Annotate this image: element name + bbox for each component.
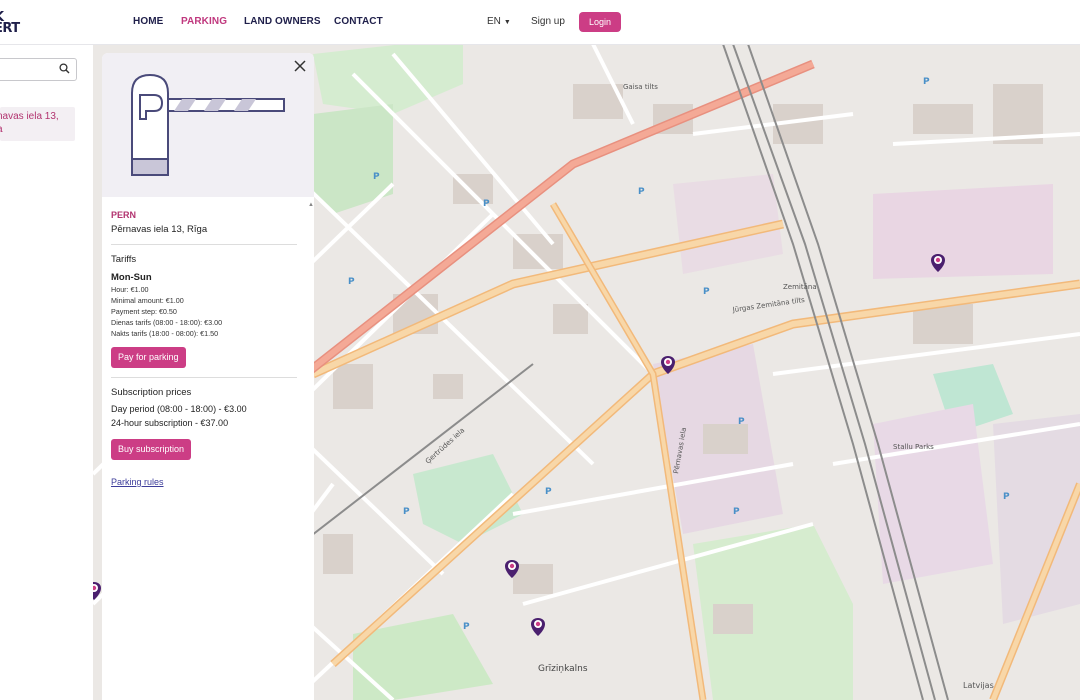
search-input[interactable]: [0, 58, 77, 81]
svg-text:P: P: [703, 287, 710, 297]
parking-detail-body: PERN Pērnavas iela 13, Rīga Tariffs Mon-…: [111, 210, 297, 490]
tariff-line: Dienas tarifs (08:00 - 18:00): €3.00: [111, 318, 223, 327]
retail-area: [873, 184, 1053, 279]
svg-text:P: P: [483, 199, 490, 209]
svg-text:P: P: [738, 417, 745, 427]
tariff-line: Hour: €1.00: [111, 285, 149, 294]
signup-link[interactable]: Sign up: [531, 16, 565, 27]
result-line-2: a: [0, 123, 75, 136]
divider: [111, 244, 297, 245]
subscription-line: Day period (08:00 - 18:00) - €3.00: [111, 404, 247, 414]
results-sidebar: navas iela 13, a: [0, 45, 93, 700]
svg-text:P: P: [638, 187, 645, 197]
result-line-1: navas iela 13,: [0, 111, 59, 122]
svg-text:P: P: [1003, 492, 1010, 502]
chevron-down-icon: ▼: [503, 19, 511, 26]
svg-text:P: P: [923, 77, 930, 87]
tariff-line: Payment step: €0.50: [111, 307, 177, 316]
subscription-title: Subscription prices: [111, 387, 192, 398]
login-button[interactable]: Login: [579, 12, 621, 32]
pay-for-parking-button[interactable]: Pay for parking: [111, 347, 186, 368]
parking-rules-link[interactable]: Parking rules: [111, 477, 164, 487]
search-icon[interactable]: [59, 63, 70, 74]
tariff-line: Minimal amount: €1.00: [111, 296, 184, 305]
svg-text:P: P: [463, 622, 470, 632]
map-label-zemitana: Zemitāna: [783, 283, 817, 291]
nav-land-owners[interactable]: LAND OWNERS: [244, 16, 321, 27]
parking-barrier-illustration: [102, 53, 314, 197]
barrier-icon: [131, 73, 285, 176]
svg-text:P: P: [373, 172, 380, 182]
subscription-list: Day period (08:00 - 18:00) - €3.00 24-ho…: [111, 403, 297, 430]
brand-logo[interactable]: K ERT: [0, 11, 20, 36]
tariffs-title: Tariffs: [111, 254, 137, 265]
language-label: EN: [487, 16, 501, 27]
logo-line-2: ERT: [0, 21, 20, 36]
subscription-line: 24-hour subscription - €37.00: [111, 417, 229, 428]
map-label-grizinkalns: Grīziņkalns: [538, 664, 588, 674]
parking-detail-card: ▲ PERN Pērnavas iela 13, Rīga Tariffs Mo…: [102, 53, 314, 700]
zone-address: Pērnavas iela 13, Rīga: [111, 224, 208, 235]
svg-text:P: P: [403, 507, 410, 517]
buy-subscription-button[interactable]: Buy subscription: [111, 439, 192, 460]
tariff-days: Mon-Sun: [111, 272, 152, 283]
tariff-list: Hour: €1.00 Minimal amount: €1.00 Paymen…: [111, 284, 297, 339]
close-icon[interactable]: [293, 59, 307, 73]
map-label-gaisa: Gaisa tilts: [623, 83, 658, 91]
tariff-line: Nakts tarifs (18:00 - 08:00): €1.50: [111, 329, 219, 338]
nav-contact[interactable]: CONTACT: [334, 16, 383, 27]
zone-code: PERN: [111, 210, 137, 220]
search-result-item[interactable]: navas iela 13, a: [0, 107, 75, 141]
map-label-stacija: Stallu Parks: [893, 443, 934, 451]
svg-text:P: P: [348, 277, 355, 287]
svg-text:P: P: [545, 487, 552, 497]
svg-text:P: P: [733, 507, 740, 517]
map-label-latvijas: Latvijas: [963, 681, 994, 690]
nav-home[interactable]: HOME: [133, 16, 163, 27]
scroll-up-icon[interactable]: ▲: [308, 202, 314, 208]
language-selector[interactable]: EN ▼: [487, 16, 511, 27]
nav-parking[interactable]: PARKING: [181, 16, 227, 27]
divider: [111, 377, 297, 378]
top-navigation-bar: K ERT HOME PARKING LAND OWNERS CONTACT E…: [0, 0, 1080, 45]
